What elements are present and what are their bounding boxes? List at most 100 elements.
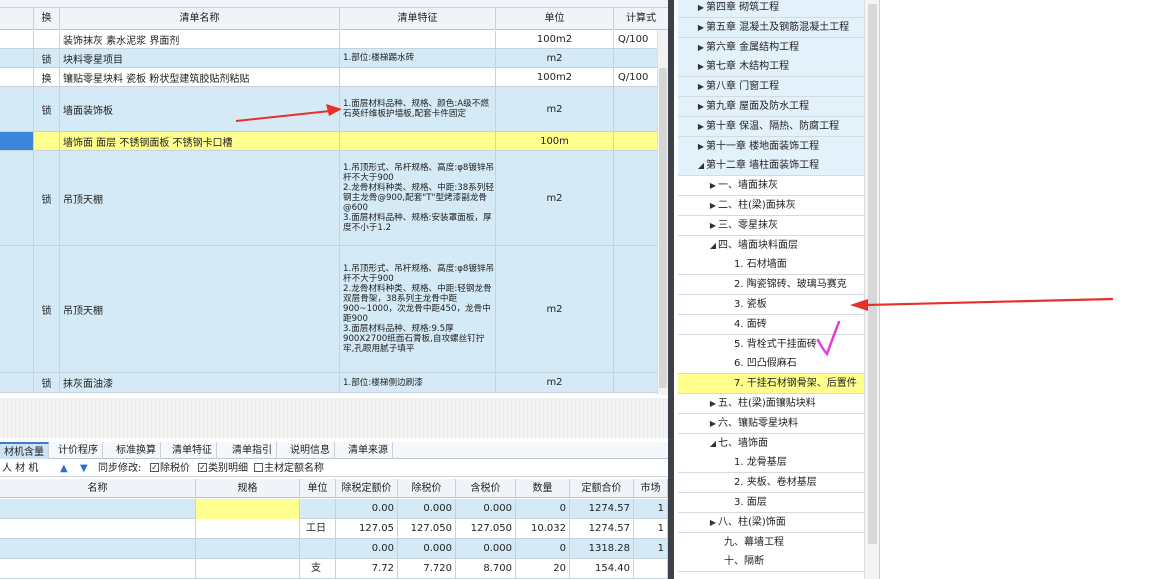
- material-cell[interactable]: 0: [516, 539, 570, 559]
- row-header[interactable]: [0, 151, 34, 245]
- tree-item[interactable]: ▶ 第七章 木结构工程: [678, 57, 864, 78]
- material-cell[interactable]: 7.72: [336, 559, 398, 579]
- vertical-scrollbar[interactable]: [657, 30, 668, 395]
- row-header[interactable]: [0, 31, 34, 48]
- tree-item[interactable]: ▶ 第五章 混凝土及钢筋混凝土工程: [678, 17, 864, 38]
- material-cell[interactable]: 127.05: [336, 519, 398, 539]
- material-cell[interactable]: 0: [516, 499, 570, 519]
- tree-scroll-thumb[interactable]: [868, 4, 877, 544]
- material-cell[interactable]: [196, 559, 300, 579]
- row-features[interactable]: 1.部位:楼梯踢水砖: [340, 49, 496, 67]
- collapse-arrow-icon[interactable]: ◢: [708, 434, 718, 453]
- material-cell[interactable]: 1: [634, 539, 668, 559]
- tree-item[interactable]: 4. 面砖: [678, 314, 864, 335]
- tab-3[interactable]: 清单特征: [168, 442, 217, 459]
- material-cell[interactable]: 7.720: [398, 559, 456, 579]
- row-unit[interactable]: m2: [496, 49, 614, 67]
- opt-category-checkbox[interactable]: ✓ 类别明细: [198, 460, 248, 477]
- pane-splitter[interactable]: [0, 398, 668, 438]
- tree-item[interactable]: 1. 石材墙面: [678, 255, 864, 276]
- row-name[interactable]: 块料零星项目: [60, 49, 340, 67]
- tree-item[interactable]: ▶ 第四章 砌筑工程: [678, 0, 864, 18]
- expand-arrow-icon[interactable]: ▶: [708, 216, 718, 235]
- bill-row[interactable]: 锁吊顶天棚 1.吊顶形式、吊杆规格、高度:φ8镀锌吊杆不大于900 2.龙骨材料种…: [0, 151, 668, 246]
- row-name[interactable]: 抹灰面油漆: [60, 373, 340, 392]
- material-cell[interactable]: 1: [634, 499, 668, 519]
- tree-scrollbar[interactable]: [864, 0, 879, 579]
- material-cell[interactable]: [196, 539, 300, 559]
- tree-item[interactable]: ◢ 四、墙面块料面层: [678, 235, 864, 256]
- row-header[interactable]: [0, 87, 34, 131]
- row-swap-flag[interactable]: 换: [34, 68, 60, 86]
- tree-item[interactable]: ◢ 第十二章 墙柱面装饰工程: [678, 156, 864, 177]
- header-unit[interactable]: 单位: [496, 8, 614, 30]
- tab-2[interactable]: 标准换算: [112, 442, 161, 459]
- material-cell[interactable]: 0.000: [456, 499, 516, 519]
- row-unit[interactable]: 100m2: [496, 31, 614, 48]
- material-row[interactable]: 工日 127.05 127.050 127.050 10.032 1274.57 1: [0, 519, 668, 539]
- tree-item[interactable]: 十、隔断: [678, 552, 864, 573]
- expand-arrow-icon[interactable]: ▶: [696, 77, 706, 96]
- material-cell[interactable]: 1318.28: [570, 539, 634, 559]
- material-row[interactable]: 支 7.72 7.720 8.700 20 154.40: [0, 559, 668, 579]
- material-cell[interactable]: 20: [516, 559, 570, 579]
- tree-item[interactable]: ▶ 第六章 金属结构工程: [678, 37, 864, 58]
- row-swap-flag[interactable]: 锁: [34, 373, 60, 392]
- row-header[interactable]: [0, 373, 34, 392]
- opt-main-material-checkbox[interactable]: 主材定额名称: [254, 460, 324, 477]
- material-cell[interactable]: [634, 559, 668, 579]
- tree-item[interactable]: ▶ 六、镶贴零星块料: [678, 413, 864, 434]
- tree-item[interactable]: 九、幕墙工程: [678, 532, 864, 553]
- bill-row[interactable]: 换镶贴零星块料 瓷板 粉状型建筑胶贴剂粘贴 100m2 Q/100: [0, 68, 668, 87]
- bill-row[interactable]: 装饰抹灰 素水泥浆 界面剂 100m2 Q/100: [0, 31, 668, 49]
- row-features[interactable]: 1.吊顶形式、吊杆规格、高度:φ8镀锌吊杆不大于900 2.龙骨材料种类、规格、…: [340, 246, 496, 372]
- header-features[interactable]: 清单特征: [340, 8, 496, 30]
- row-unit[interactable]: 100m: [496, 132, 614, 150]
- tree-item[interactable]: ▶ 第十章 保温、隔热、防腐工程: [678, 116, 864, 137]
- material-col-header[interactable]: 定额合价: [570, 479, 634, 498]
- material-col-header[interactable]: 单位: [300, 479, 336, 498]
- tab-5[interactable]: 说明信息: [286, 442, 335, 459]
- row-name[interactable]: 镶贴零星块料 瓷板 粉状型建筑胶贴剂粘贴: [60, 68, 340, 86]
- material-row[interactable]: 0.00 0.000 0.000 0 1274.57 1: [0, 499, 668, 519]
- material-col-header[interactable]: 数量: [516, 479, 570, 498]
- tree-item[interactable]: 3. 面层: [678, 493, 864, 513]
- material-cell[interactable]: 0.000: [398, 539, 456, 559]
- material-cell[interactable]: 1274.57: [570, 499, 634, 519]
- material-cell[interactable]: 127.050: [456, 519, 516, 539]
- tree-item[interactable]: ▶ 第九章 屋面及防水工程: [678, 97, 864, 117]
- tree-item[interactable]: ▶ 三、零星抹灰: [678, 215, 864, 236]
- tree-item[interactable]: 5. 背栓式干挂面砖: [678, 334, 864, 355]
- material-cell[interactable]: 0.00: [336, 499, 398, 519]
- material-cell[interactable]: [300, 539, 336, 559]
- material-cell[interactable]: [0, 559, 196, 579]
- move-up-icon[interactable]: ▲: [60, 460, 68, 477]
- row-swap-flag[interactable]: 锁: [34, 49, 60, 67]
- material-cell[interactable]: 1274.57: [570, 519, 634, 539]
- tree-item[interactable]: 6. 凹凸假麻石: [678, 354, 864, 375]
- header-name[interactable]: 清单名称: [60, 8, 340, 30]
- material-cell[interactable]: 10.032: [516, 519, 570, 539]
- tree-item[interactable]: 2. 陶瓷锦砖、玻璃马赛克: [678, 275, 864, 296]
- row-unit[interactable]: m2: [496, 151, 614, 245]
- row-name[interactable]: 装饰抹灰 素水泥浆 界面剂: [60, 31, 340, 48]
- expand-arrow-icon[interactable]: ▶: [696, 137, 706, 156]
- row-header[interactable]: [0, 49, 34, 67]
- material-cell[interactable]: [196, 519, 300, 539]
- material-cell[interactable]: [0, 519, 196, 539]
- material-col-header[interactable]: 规格: [196, 479, 300, 498]
- tree-item[interactable]: ◢ 七、墙饰面: [678, 433, 864, 454]
- bill-row[interactable]: 锁墙面装饰板 1.面层材料品种、规格、颜色:A级不燃石英纤维板护墙板,配套卡件固定…: [0, 87, 668, 132]
- tree-item[interactable]: ▶ 五、柱(梁)面镶贴块料: [678, 394, 864, 414]
- tab-6[interactable]: 清单来源: [344, 442, 393, 459]
- material-row[interactable]: 0.00 0.000 0.000 0 1318.28 1: [0, 539, 668, 559]
- material-cell[interactable]: 支: [300, 559, 336, 579]
- material-cell[interactable]: 0.00: [336, 539, 398, 559]
- tab-0[interactable]: 材机含量: [0, 442, 49, 459]
- row-header[interactable]: [0, 246, 34, 372]
- bill-row[interactable]: 锁抹灰面油漆 1.部位:楼梯侧边刷漆 m2: [0, 373, 668, 393]
- row-name[interactable]: 墙饰面 面层 不锈钢面板 不锈钢卡口槽: [60, 132, 340, 150]
- material-cell[interactable]: 154.40: [570, 559, 634, 579]
- material-cell[interactable]: 8.700: [456, 559, 516, 579]
- move-down-icon[interactable]: ▼: [80, 460, 88, 477]
